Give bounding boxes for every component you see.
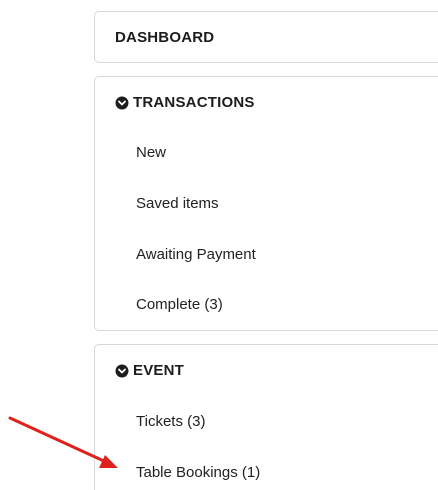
dashboard-link[interactable]: DASHBOARD bbox=[115, 29, 214, 46]
transactions-header[interactable]: TRANSACTIONS bbox=[115, 94, 255, 111]
transactions-panel: TRANSACTIONS New Saved items Awaiting Pa… bbox=[94, 76, 438, 331]
dashboard-label: DASHBOARD bbox=[115, 29, 215, 46]
event-panel: EVENT Tickets (3) Table Bookings (1) bbox=[94, 344, 438, 490]
event-label: EVENT bbox=[133, 362, 185, 379]
dashboard-panel[interactable]: DASHBOARD bbox=[94, 11, 438, 63]
event-header[interactable]: EVENT bbox=[115, 362, 184, 379]
chevron-down-circle-icon bbox=[115, 364, 129, 378]
transactions-label: TRANSACTIONS bbox=[133, 94, 255, 111]
transactions-item-complete[interactable]: Complete (3) bbox=[136, 296, 223, 313]
transactions-item-new[interactable]: New bbox=[136, 144, 166, 161]
transactions-item-saved-items[interactable]: Saved items bbox=[136, 195, 219, 212]
event-item-table-bookings[interactable]: Table Bookings (1) bbox=[136, 464, 260, 481]
chevron-down-circle-icon bbox=[115, 96, 129, 110]
transactions-item-awaiting-payment[interactable]: Awaiting Payment bbox=[136, 246, 256, 263]
sidebar-nav: DASHBOARD TRANSACTIONS New Saved items A… bbox=[0, 0, 438, 490]
event-item-tickets[interactable]: Tickets (3) bbox=[136, 413, 205, 430]
